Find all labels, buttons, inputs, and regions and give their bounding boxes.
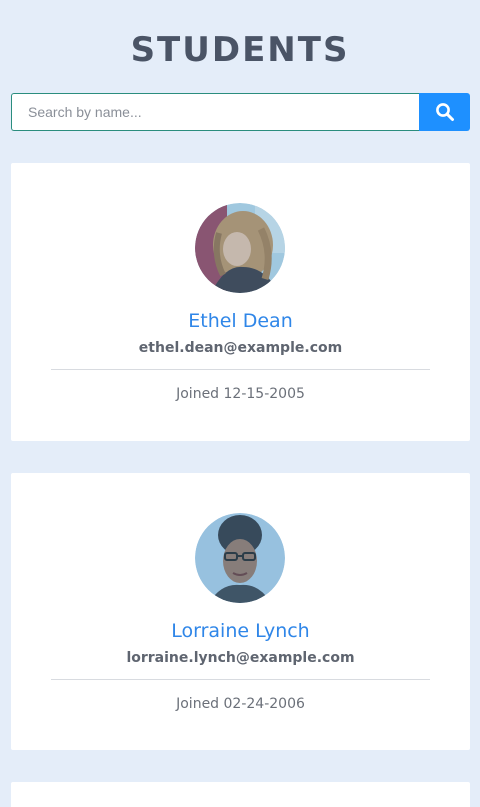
student-card: Ethel Dean ethel.dean@example.com Joined… [11, 163, 470, 441]
avatar [195, 203, 285, 293]
student-card [11, 782, 470, 807]
page-title: STUDENTS [130, 30, 350, 70]
search-bar [11, 93, 470, 131]
students-page: STUDENTS Search by name... Ethel Dean et… [0, 0, 480, 807]
divider [51, 679, 430, 680]
search-icon [435, 103, 454, 121]
search-button[interactable] [419, 93, 470, 131]
joined-date: Joined 12-15-2005 [176, 386, 305, 402]
avatar [195, 513, 285, 603]
divider [51, 369, 430, 370]
student-photo [195, 203, 285, 293]
joined-date: Joined 02-24-2006 [176, 696, 305, 712]
student-photo [195, 513, 285, 603]
student-card: Lorraine Lynch lorraine.lynch@example.co… [11, 473, 470, 750]
student-email: ethel.dean@example.com [138, 340, 343, 356]
student-name[interactable]: Lorraine Lynch [11, 618, 470, 644]
search-input[interactable] [11, 93, 420, 131]
student-email: lorraine.lynch@example.com [126, 650, 355, 666]
student-name[interactable]: Ethel Dean [11, 308, 470, 334]
